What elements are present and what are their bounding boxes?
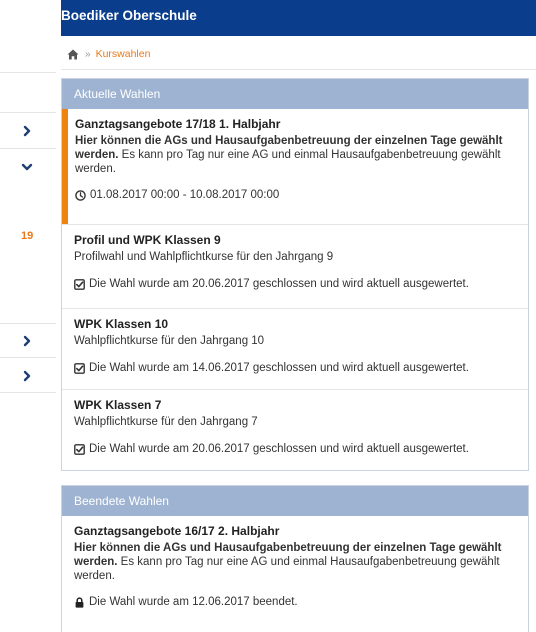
election-status: Die Wahl wurde am 12.06.2017 beendet.	[74, 596, 520, 617]
election-description: Profilwahl und Wahlpflichtkurse für den …	[74, 251, 334, 263]
lock-icon	[74, 596, 85, 608]
chevron-right-icon[interactable]	[20, 369, 34, 383]
breadcrumb-separator: »	[85, 48, 91, 60]
election-title: WPK Klassen 10	[74, 317, 169, 331]
breadcrumb-divider	[61, 69, 536, 70]
sidebar-divider	[0, 357, 56, 358]
election-description-rest: Es kann pro Tag nur eine AG und einmal H…	[75, 149, 501, 175]
election-status-text: Die Wahl wurde am 12.06.2017 beendet.	[89, 596, 298, 608]
election-description: Wahlpflichtkurse für den Jahrgang 7	[74, 416, 258, 428]
school-name[interactable]: Boediker Oberschule	[61, 8, 197, 23]
election-status-text: 01.08.2017 00:00 - 10.08.2017 00:00	[90, 189, 280, 201]
election-status: Die Wahl wurde am 14.06.2017 geschlossen…	[74, 362, 520, 383]
election-item[interactable]: Ganztagsangebote 16/17 2. Halbjahr Hier …	[62, 516, 528, 617]
election-item[interactable]: Profil und WPK Klassen 9 Profilwahl und …	[62, 224, 528, 308]
election-title: Profil und WPK Klassen 9	[74, 233, 221, 247]
checkbox-checked-icon	[74, 362, 85, 374]
checkbox-checked-icon	[74, 278, 85, 290]
election-status-text: Die Wahl wurde am 20.06.2017 geschlossen…	[89, 278, 469, 290]
election-title: Ganztagsangebote 16/17 2. Halbjahr	[74, 524, 280, 538]
election-description: Wahlpflichtkurse für den Jahrgang 10	[74, 335, 265, 347]
election-description-rest: Es kann pro Tag nur eine AG und einmal H…	[74, 556, 500, 582]
sidebar-divider	[0, 112, 56, 113]
home-icon[interactable]	[67, 49, 79, 60]
chevron-right-icon[interactable]	[20, 334, 34, 348]
election-status: Die Wahl wurde am 20.06.2017 geschlossen…	[74, 278, 520, 299]
election-description: Hier können die AGs und Hausaufgabenbetr…	[75, 134, 520, 176]
sidebar-divider	[0, 148, 56, 149]
sidebar-divider	[0, 392, 56, 393]
election-status-text: Die Wahl wurde am 14.06.2017 geschlossen…	[89, 362, 469, 374]
top-bar: Boediker Oberschule	[61, 0, 536, 36]
sidebar-badge: 19	[21, 230, 34, 242]
election-status: Die Wahl wurde am 20.06.2017 geschlossen…	[74, 443, 520, 464]
chevron-right-icon[interactable]	[20, 124, 34, 138]
election-item[interactable]: WPK Klassen 10 Wahlpflichtkurse für den …	[62, 308, 528, 389]
election-title: Ganztagsangebote 17/18 1. Halbjahr	[75, 117, 281, 131]
sidebar-divider	[0, 323, 56, 324]
chevron-down-icon[interactable]	[20, 160, 34, 174]
finished-elections-panel: Beendete Wahlen Ganztagsangebote 16/17 2…	[61, 485, 529, 632]
clock-icon	[75, 189, 86, 201]
panel-header: Beendete Wahlen	[62, 486, 528, 516]
panel-header: Aktuelle Wahlen	[62, 79, 528, 109]
checkbox-checked-icon	[74, 443, 85, 455]
sidebar: 19	[0, 0, 56, 632]
election-item[interactable]: Ganztagsangebote 17/18 1. Halbjahr Hier …	[62, 109, 528, 224]
election-status: 01.08.2017 00:00 - 10.08.2017 00:00	[75, 189, 520, 210]
breadcrumb: » Kurswahlen	[67, 46, 150, 62]
election-status-text: Die Wahl wurde am 20.06.2017 geschlossen…	[89, 443, 469, 455]
election-description: Hier können die AGs und Hausaufgabenbetr…	[74, 541, 520, 583]
breadcrumb-current[interactable]: Kurswahlen	[96, 48, 151, 60]
current-elections-panel: Aktuelle Wahlen Ganztagsangebote 17/18 1…	[61, 78, 529, 471]
election-item[interactable]: WPK Klassen 7 Wahlpflichtkurse für den J…	[62, 389, 528, 470]
sidebar-divider	[0, 72, 56, 73]
election-title: WPK Klassen 7	[74, 398, 162, 412]
